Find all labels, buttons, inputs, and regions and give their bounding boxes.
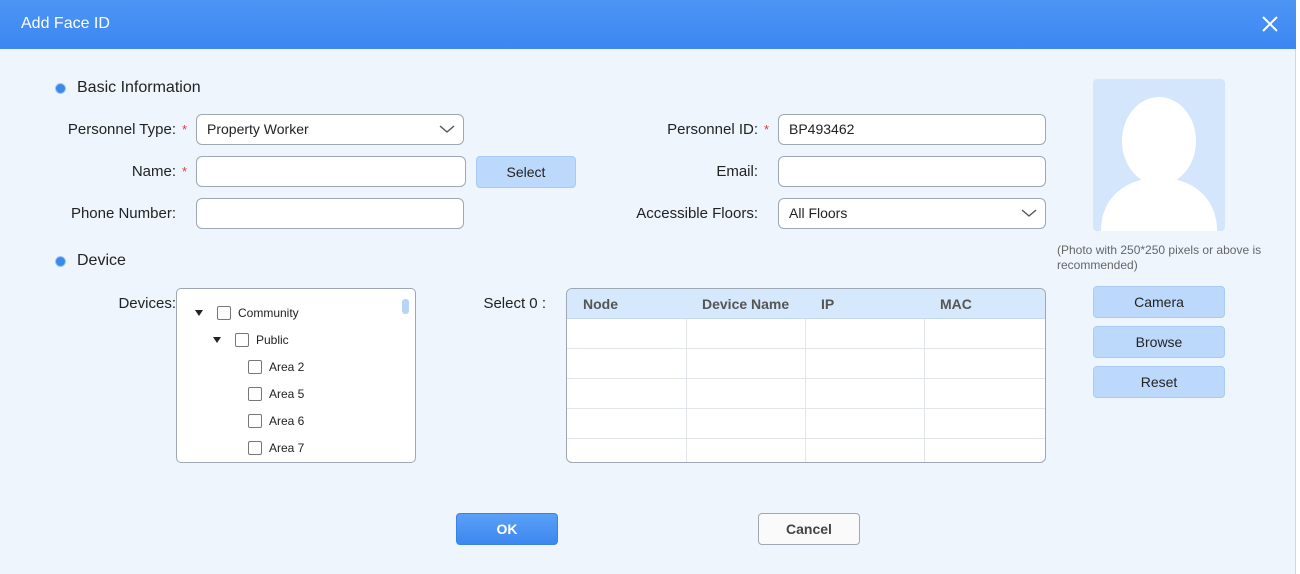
column-divider — [924, 319, 925, 462]
email-input[interactable] — [778, 156, 1046, 187]
column-header-device-name: Device Name — [702, 296, 790, 312]
select-person-button[interactable]: Select — [476, 156, 576, 188]
photo-requirement-note: (Photo with 250*250 pixels or above is r… — [1057, 243, 1262, 272]
tree-item-area-6[interactable]: Area 6 — [248, 413, 304, 429]
required-mark: * — [764, 122, 770, 137]
checkbox[interactable] — [248, 360, 262, 374]
tree-item-label: Community — [238, 306, 299, 320]
device-tree[interactable]: Community Public Area 2 Area 5 Area 6 Ar… — [176, 288, 416, 463]
avatar-placeholder — [1093, 79, 1225, 231]
section-title: Device — [77, 252, 126, 269]
personnel-type-select[interactable]: Property Worker — [196, 114, 464, 145]
row-divider — [567, 408, 1045, 409]
browse-button[interactable]: Browse — [1093, 326, 1225, 358]
ok-button[interactable]: OK — [456, 513, 558, 545]
checkbox[interactable] — [248, 387, 262, 401]
phone-number-input[interactable] — [196, 198, 464, 229]
tree-item-label: Area 6 — [269, 414, 305, 428]
expand-triangle-icon[interactable] — [213, 337, 221, 343]
selected-devices-table: Node Device Name IP MAC — [566, 288, 1046, 463]
column-header-ip: IP — [821, 296, 835, 312]
reset-button[interactable]: Reset — [1093, 366, 1225, 398]
section-basic-information: Basic Information — [56, 79, 201, 97]
dialog-title: Add Face ID — [21, 15, 110, 32]
name-input[interactable] — [196, 156, 466, 187]
accessible-floors-select[interactable]: All Floors — [778, 198, 1046, 229]
dialog-titlebar: Add Face ID — [0, 0, 1296, 49]
tree-item-label: Area 7 — [269, 441, 305, 455]
tree-item-community[interactable]: Community — [195, 305, 299, 321]
checkbox[interactable] — [248, 441, 262, 455]
tree-item-area-5[interactable]: Area 5 — [248, 386, 304, 402]
required-mark: * — [182, 122, 188, 137]
row-divider — [567, 438, 1045, 439]
bullet-icon — [56, 256, 65, 266]
personnel-id-label: Personnel ID: — [667, 121, 758, 138]
column-divider — [686, 319, 687, 462]
column-header-node: Node — [583, 296, 618, 312]
tree-item-label: Public — [256, 333, 289, 347]
checkbox[interactable] — [217, 306, 231, 320]
tree-item-area-2[interactable]: Area 2 — [248, 359, 304, 375]
row-divider — [567, 378, 1045, 379]
required-mark: * — [182, 164, 188, 179]
column-divider — [805, 319, 806, 462]
name-label: Name: — [131, 163, 176, 180]
accessible-floors-label: Accessible Floors: — [636, 205, 758, 222]
email-label: Email: — [716, 163, 758, 180]
tree-item-label: Area 5 — [269, 387, 305, 401]
expand-triangle-icon[interactable] — [195, 310, 203, 316]
phone-number-label: Phone Number: — [70, 205, 176, 222]
scrollbar-thumb[interactable] — [402, 299, 409, 314]
tree-item-public[interactable]: Public — [213, 332, 289, 348]
tree-item-area-7[interactable]: Area 7 — [248, 440, 304, 456]
camera-button[interactable]: Camera — [1093, 286, 1225, 318]
personnel-type-label: Personnel Type: — [67, 121, 176, 138]
chevron-down-icon — [1021, 209, 1037, 217]
section-title: Basic Information — [77, 79, 201, 96]
bullet-icon — [56, 83, 65, 93]
devices-label: Devices: — [118, 295, 176, 312]
add-face-id-dialog: Add Face ID Basic Information Personnel … — [0, 0, 1296, 574]
tree-item-label: Area 2 — [269, 360, 305, 374]
column-header-mac: MAC — [940, 296, 972, 312]
checkbox[interactable] — [235, 333, 249, 347]
person-silhouette-icon — [1101, 97, 1217, 231]
select-count-label: Select 0 : — [483, 295, 546, 312]
chevron-down-icon — [439, 125, 455, 133]
close-icon[interactable] — [1260, 14, 1280, 34]
window-edge — [1296, 0, 1300, 574]
personnel-type-value: Property Worker — [207, 121, 309, 137]
personnel-id-input[interactable]: BP493462 — [778, 114, 1046, 145]
checkbox[interactable] — [248, 414, 262, 428]
accessible-floors-value: All Floors — [789, 205, 848, 221]
row-divider — [567, 348, 1045, 349]
table-header: Node Device Name IP MAC — [567, 289, 1045, 319]
cancel-button[interactable]: Cancel — [758, 513, 860, 545]
section-device: Device — [56, 252, 126, 270]
